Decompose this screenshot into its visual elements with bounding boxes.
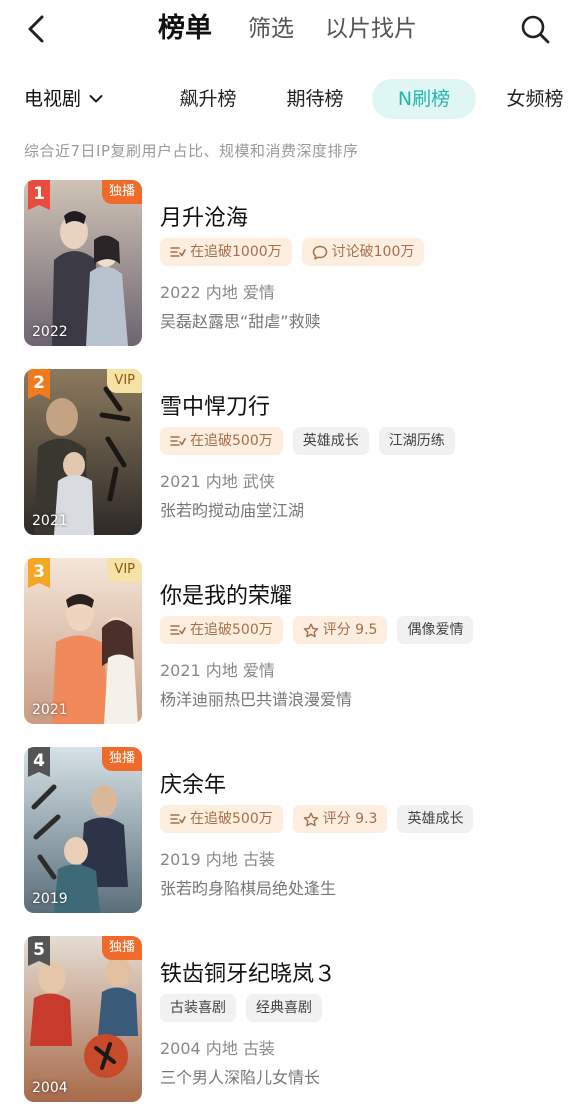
rating-chip: 评分 9.5: [292, 616, 388, 644]
rank-badge: 2: [28, 369, 50, 399]
tab-soaring[interactable]: 飙升榜: [168, 79, 248, 119]
chip-row: 在追破500万 评分 9.5 偶像爱情: [160, 616, 483, 644]
poster: 2 VIP 2021: [24, 369, 142, 535]
poster-year: 2021: [32, 513, 68, 529]
follow-chip: 在追破500万: [160, 616, 283, 644]
follow-chip: 在追破500万: [160, 805, 283, 833]
rating-chip: 评分 9.3: [292, 805, 388, 833]
exclusive-badge: 独播: [101, 747, 142, 771]
star-icon: [303, 812, 319, 826]
item-meta: 2021 内地 武侠: [160, 472, 275, 491]
item-title: 你是我的荣耀: [160, 584, 293, 609]
follow-chip: 在追破500万: [160, 427, 283, 455]
chip-row: 在追破1000万 讨论破100万: [160, 238, 434, 266]
ranking-description: 综合近7日IP复刷用户占比、规模和消费深度排序: [24, 142, 359, 160]
filter-bar: 电视剧 飙升榜 期待榜 N刷榜 女频榜: [0, 76, 577, 122]
search-button[interactable]: [519, 12, 551, 46]
poster: 1 独播 2022: [24, 180, 142, 346]
comment-icon: [312, 245, 327, 260]
vip-badge: VIP: [107, 558, 142, 582]
list-item[interactable]: 3 VIP 2021 你是我的荣耀 在追破500万 评分 9.5 偶像爱情 20…: [0, 558, 577, 726]
tag-chip: 偶像爱情: [397, 616, 474, 644]
item-tagline: 张若昀身陷棋局绝处逢生: [160, 879, 337, 898]
item-tagline: 杨洋迪丽热巴共谱浪漫爱情: [160, 690, 353, 709]
chip-row: 古装喜剧 经典喜剧: [160, 994, 332, 1022]
exclusive-badge: 独播: [101, 180, 142, 204]
rank-badge: 3: [28, 558, 50, 588]
rank-badge: 1: [28, 180, 50, 210]
item-meta: 2004 内地 古装: [160, 1039, 275, 1058]
item-tagline: 三个男人深陷儿女情长: [160, 1068, 321, 1087]
poster: 3 VIP 2021: [24, 558, 142, 724]
star-icon: [303, 623, 319, 637]
vip-badge: VIP: [107, 369, 142, 393]
exclusive-badge: 独播: [101, 936, 142, 960]
item-meta: 2022 内地 爱情: [160, 283, 275, 302]
tag-chip: 经典喜剧: [246, 994, 322, 1022]
tag-chip: 英雄成长: [397, 805, 474, 833]
top-nav-bar: 榜单 筛选 以片找片: [0, 0, 577, 58]
item-title: 雪中悍刀行: [160, 395, 271, 420]
poster-year: 2019: [32, 891, 68, 907]
rank-badge: 5: [28, 936, 50, 966]
follow-icon: [170, 625, 186, 635]
follow-icon: [170, 814, 186, 824]
follow-icon: [170, 436, 186, 446]
genre-dropdown[interactable]: 电视剧: [24, 81, 103, 117]
tag-chip: 古装喜剧: [160, 994, 236, 1022]
genre-label: 电视剧: [24, 88, 82, 110]
chevron-left-icon: [28, 15, 44, 43]
chip-row: 在追破500万 评分 9.3 英雄成长: [160, 805, 483, 833]
tab-female-channel[interactable]: 女频榜: [497, 79, 573, 119]
list-item[interactable]: 2 VIP 2021 雪中悍刀行 在追破500万 英雄成长 江湖历练 2021 …: [0, 369, 577, 537]
list-item[interactable]: 1 独播 2022 月升沧海 在追破1000万 讨论破100万 2022 内地 …: [0, 180, 577, 348]
tab-rewatch[interactable]: N刷榜: [372, 79, 476, 119]
tab-anticipated[interactable]: 期待榜: [275, 79, 355, 119]
back-button[interactable]: [22, 12, 52, 46]
item-tagline: 张若昀搅动庙堂江湖: [160, 501, 305, 520]
item-title: 铁齿铜牙纪晓岚３: [160, 962, 337, 987]
discussion-chip: 讨论破100万: [301, 238, 425, 266]
follow-chip: 在追破1000万: [160, 238, 292, 266]
list-item[interactable]: 4 独播 2019 庆余年 在追破500万 评分 9.3 英雄成长 2019 内…: [0, 747, 577, 915]
poster: 4 独播 2019: [24, 747, 142, 913]
item-meta: 2021 内地 爱情: [160, 661, 275, 680]
chevron-down-icon: [89, 95, 103, 103]
item-title: 月升沧海: [160, 206, 249, 231]
poster-year: 2004: [32, 1080, 68, 1096]
item-tagline: 吴磊赵露思“甜虐”救赎: [160, 312, 321, 331]
poster: 5 独播 2004: [24, 936, 142, 1102]
tag-chip: 江湖历练: [378, 427, 455, 455]
rank-badge: 4: [28, 747, 50, 777]
search-icon: [521, 15, 550, 44]
poster-year: 2021: [32, 702, 68, 718]
tab-ranking[interactable]: 榜单: [158, 12, 212, 46]
chip-row: 在追破500万 英雄成长 江湖历练: [160, 427, 465, 455]
follow-icon: [170, 247, 186, 257]
tag-chip: 英雄成长: [292, 427, 369, 455]
item-title: 庆余年: [160, 773, 227, 798]
list-item[interactable]: 5 独播 2004 铁齿铜牙纪晓岚３ 古装喜剧 经典喜剧 2004 内地 古装 …: [0, 936, 577, 1104]
poster-year: 2022: [32, 324, 68, 340]
item-meta: 2019 内地 古装: [160, 850, 275, 869]
tab-find-by-film[interactable]: 以片找片: [325, 12, 417, 46]
tab-filter[interactable]: 筛选: [248, 12, 294, 46]
